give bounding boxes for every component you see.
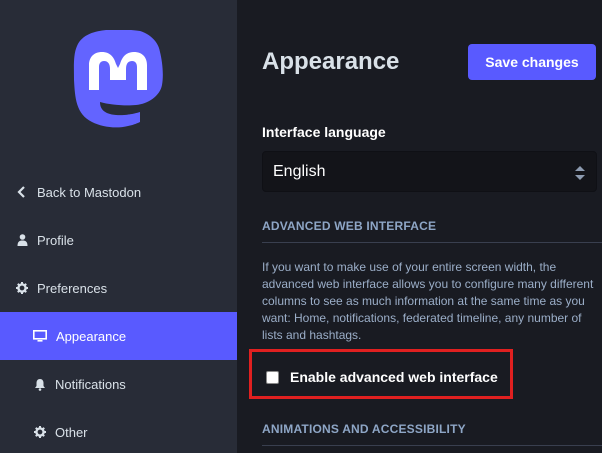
interface-language-label: Interface language <box>262 124 386 140</box>
interface-language-value: English <box>273 162 326 180</box>
advanced-web-interface-checkbox[interactable] <box>266 370 279 384</box>
advanced-web-interface-heading: ADVANCED WEB INTERFACE <box>262 219 437 233</box>
advanced-web-interface-checkbox-label[interactable]: Enable advanced web interface <box>290 369 498 385</box>
sidebar-item-preferences[interactable]: Preferences <box>0 264 237 312</box>
sidebar-item-label: Profile <box>37 232 74 248</box>
sidebar-item-other[interactable]: Other <box>0 408 237 453</box>
user-icon <box>15 233 29 247</box>
sidebar-item-label: Back to Mastodon <box>37 184 142 200</box>
section-divider <box>262 445 602 446</box>
page-title: Appearance <box>262 48 400 75</box>
sidebar-item-profile[interactable]: Profile <box>0 216 237 264</box>
save-changes-button[interactable]: Save changes <box>468 44 596 80</box>
advanced-web-interface-hint: If you want to make use of your entire s… <box>262 260 594 342</box>
animations-accessibility-heading: ANIMATIONS AND ACCESSIBILITY <box>262 422 466 436</box>
sidebar-item-appearance[interactable]: Appearance <box>0 312 237 360</box>
desktop-icon <box>33 329 47 343</box>
interface-language-select[interactable]: English <box>262 151 597 192</box>
sidebar: Back to Mastodon Profile Preferences App… <box>0 0 237 453</box>
gear-icon <box>33 425 47 439</box>
main-content: Appearance Save changes Interface langua… <box>237 0 602 453</box>
bell-icon <box>33 377 47 391</box>
sidebar-item-label: Notifications <box>55 376 126 392</box>
mastodon-logo-icon[interactable] <box>70 30 166 130</box>
gear-icon <box>15 281 29 295</box>
sidebar-item-label: Preferences <box>37 280 108 296</box>
sidebar-item-label: Other <box>55 424 88 440</box>
sidebar-item-back[interactable]: Back to Mastodon <box>0 168 237 216</box>
section-divider <box>262 242 602 243</box>
select-arrows-icon <box>575 166 585 180</box>
sidebar-item-label: Appearance <box>56 328 127 344</box>
advanced-web-interface-option[interactable]: Enable advanced web interface <box>266 369 498 385</box>
chevron-left-icon <box>15 185 29 199</box>
sidebar-item-notifications[interactable]: Notifications <box>0 360 237 408</box>
